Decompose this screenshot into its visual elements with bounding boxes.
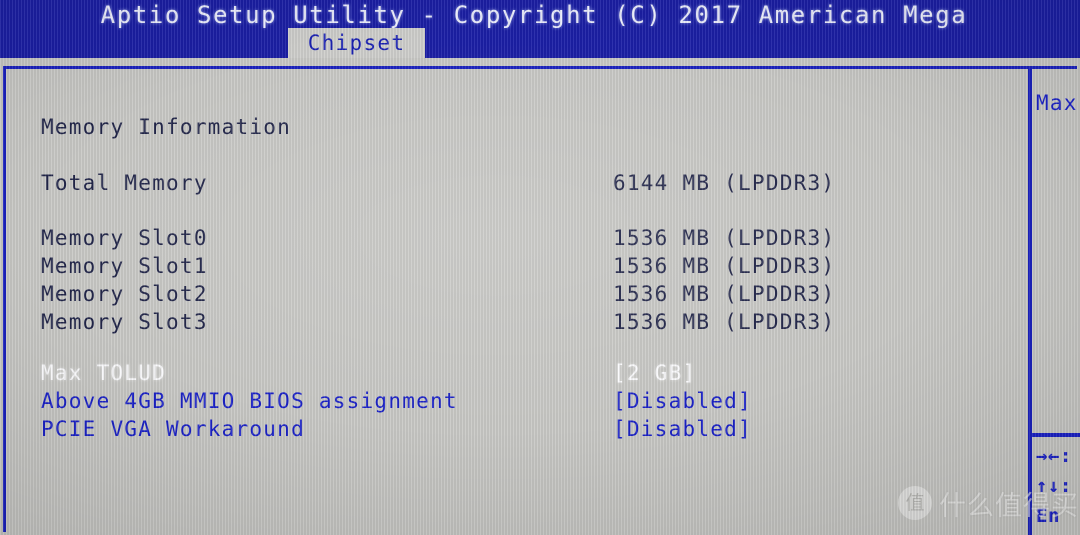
setting-label: Above 4GB MMIO BIOS assignment: [41, 389, 458, 413]
title-bar: Aptio Setup Utility - Copyright (C) 2017…: [0, 0, 1080, 58]
setting-value: 6144 MB (LPDDR3): [613, 171, 836, 195]
setting-row[interactable]: Max TOLUD [2 GB]: [3, 361, 1028, 389]
setting-label: Max TOLUD: [41, 361, 167, 385]
setting-row: Memory Slot3 1536 MB (LPDDR3): [3, 310, 1028, 338]
setting-value: 1536 MB (LPDDR3): [613, 282, 836, 306]
utility-title: Aptio Setup Utility - Copyright (C) 2017…: [100, 1, 968, 29]
setting-value: 1536 MB (LPDDR3): [613, 254, 836, 278]
help-pane: Max →←: ↑↓: En: [1032, 69, 1080, 535]
setting-row: Memory Slot0 1536 MB (LPDDR3): [3, 226, 1028, 254]
setting-label: PCIE VGA Workaround: [41, 417, 305, 441]
help-divider: [1032, 433, 1080, 437]
setting-row: Total Memory 6144 MB (LPDDR3): [3, 171, 1028, 199]
nav-hint: ↑↓:: [1036, 475, 1072, 497]
setting-value: 1536 MB (LPDDR3): [613, 226, 836, 250]
setting-row[interactable]: PCIE VGA Workaround [Disabled]: [3, 417, 1028, 445]
setting-value[interactable]: [Disabled]: [613, 417, 752, 441]
settings-pane: Memory Information Total Memory 6144 MB (…: [3, 69, 1028, 535]
setting-value[interactable]: [Disabled]: [613, 389, 752, 413]
tab-chipset[interactable]: Chipset: [288, 28, 425, 58]
setting-label: Memory Slot3: [41, 310, 208, 334]
nav-hint: →←:: [1036, 445, 1072, 467]
help-text: Max: [1036, 91, 1078, 115]
setting-label: Memory Slot1: [41, 254, 208, 278]
setting-label: Memory Slot0: [41, 226, 208, 250]
setting-row: Memory Slot1 1536 MB (LPDDR3): [3, 254, 1028, 282]
bios-screen: Aptio Setup Utility - Copyright (C) 2017…: [0, 0, 1080, 535]
title-clip: Aptio Setup Utility - Copyright (C) 2017…: [0, 0, 1080, 34]
setting-value[interactable]: [2 GB]: [613, 361, 696, 385]
setting-row: Memory Slot2 1536 MB (LPDDR3): [3, 282, 1028, 310]
section-heading: Memory Information: [41, 115, 292, 139]
nav-hint: En: [1036, 505, 1060, 527]
setting-label: Memory Slot2: [41, 282, 208, 306]
setting-value: 1536 MB (LPDDR3): [613, 310, 836, 334]
setting-label: Total Memory: [41, 171, 208, 195]
setting-row[interactable]: Above 4GB MMIO BIOS assignment [Disabled]: [3, 389, 1028, 417]
